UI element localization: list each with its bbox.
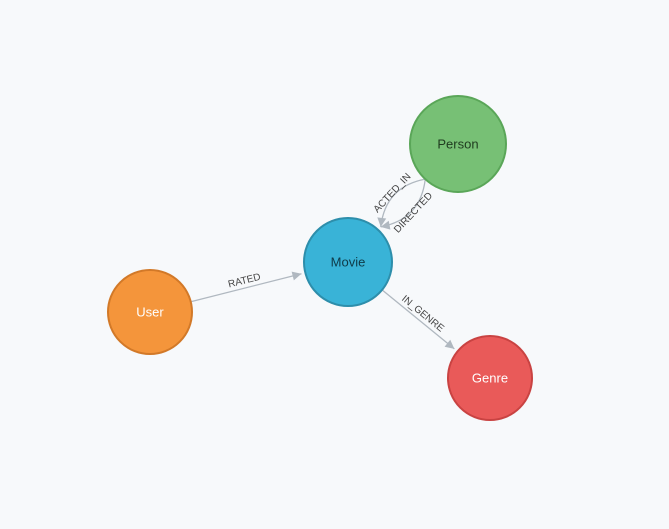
node-label-genre: Genre <box>472 371 508 386</box>
node-user[interactable]: User <box>108 270 192 354</box>
edge-label-acted_in: ACTED_IN <box>372 171 414 215</box>
node-label-user: User <box>136 305 164 320</box>
node-genre[interactable]: Genre <box>448 336 532 420</box>
node-person[interactable]: Person <box>410 96 506 192</box>
edge-label-in_genre: IN_GENRE <box>399 294 446 335</box>
node-movie[interactable]: Movie <box>304 218 392 306</box>
node-label-movie: Movie <box>331 255 366 270</box>
edge-label-directed: DIRECTED <box>392 190 435 235</box>
node-label-person: Person <box>437 137 478 152</box>
